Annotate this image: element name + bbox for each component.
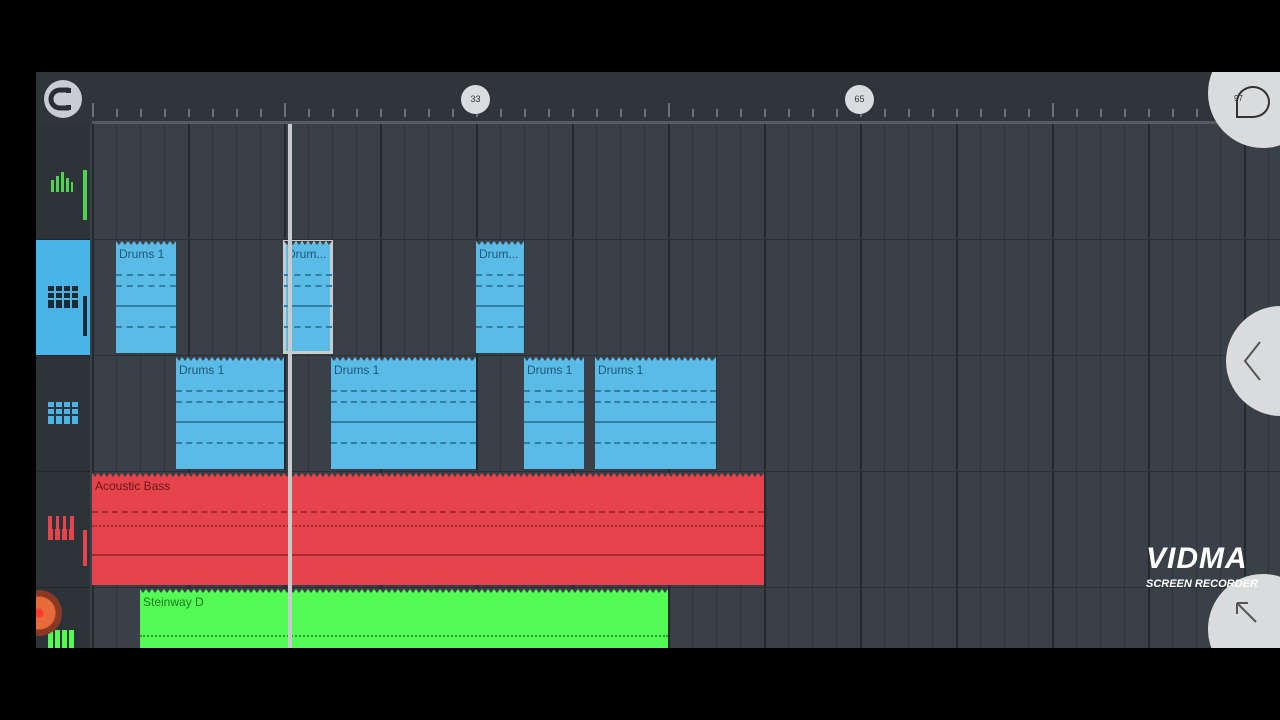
ruler-tick: [524, 109, 526, 117]
clip-label: Drums 1: [334, 363, 380, 377]
ruler-tick: [1196, 109, 1198, 117]
ruler-tick: [452, 109, 454, 117]
clip-label: Steinway D: [143, 595, 204, 609]
ruler-tick: [620, 109, 622, 117]
clip-label: Drums 1: [527, 363, 573, 377]
track-headers: [36, 124, 90, 648]
ruler-tick: [236, 109, 238, 117]
ruler-tick: [572, 109, 574, 117]
ruler-tick: [980, 109, 982, 117]
watermark-brand: VIDMA: [1146, 542, 1248, 575]
ruler-tick: [812, 109, 814, 117]
ruler-tick: [1052, 103, 1054, 117]
clip-drums-row3-3[interactable]: Drums 1: [524, 357, 584, 469]
watermark-subtitle: SCREEN RECORDER: [1146, 578, 1258, 590]
ruler-tick: [284, 103, 286, 117]
arrow-up-left-icon: [1234, 600, 1258, 629]
ruler-tick: [116, 109, 118, 117]
ruler-tick: [956, 109, 958, 117]
track-row-2[interactable]: [92, 240, 1280, 356]
bar-marker-33[interactable]: 33: [461, 85, 490, 114]
ruler-tick: [260, 109, 262, 117]
clip-drums-row3-2[interactable]: Drums 1: [331, 357, 476, 469]
recorder-watermark: VIDMA SCREEN RECORDER: [1146, 536, 1266, 590]
ruler-tick: [212, 109, 214, 117]
clip-label: Acoustic Bass: [95, 479, 171, 493]
ruler-tick: [356, 109, 358, 117]
ruler-tick: [908, 109, 910, 117]
clip-label: Drums 1: [598, 363, 644, 377]
ruler-tick: [548, 109, 550, 117]
track-head-bass[interactable]: [36, 472, 90, 588]
bar-marker-97: 97: [1234, 94, 1243, 103]
track-head-piano[interactable]: [36, 588, 90, 648]
ruler-tick: [164, 109, 166, 117]
ruler-tick: [92, 103, 94, 117]
clip-drums-1[interactable]: Drums 1: [116, 241, 176, 353]
ruler-tick: [380, 109, 382, 117]
ruler-tick: [1124, 109, 1126, 117]
track-row-1[interactable]: [92, 124, 1280, 240]
track-head-drums-1[interactable]: [36, 240, 90, 356]
playlist-window: 33 65 Drums 1 Drum... Drum... Drums 1 Dr…: [36, 72, 1280, 648]
clip-steinway-d[interactable]: Steinway D: [140, 589, 668, 648]
drum-pads-icon: [48, 286, 78, 315]
volume-bar[interactable]: [83, 296, 87, 336]
clip-label: Drums 1: [179, 363, 225, 377]
playhead[interactable]: [288, 124, 292, 648]
ruler-tick: [404, 109, 406, 117]
ruler-tick: [644, 109, 646, 117]
ruler-tick: [740, 109, 742, 117]
ruler-tick: [788, 109, 790, 117]
ruler-tick: [884, 109, 886, 117]
clip-drums-row3-1[interactable]: Drums 1: [176, 357, 284, 469]
ruler-tick: [188, 109, 190, 117]
ruler-tick: [308, 109, 310, 117]
ruler-tick: [692, 109, 694, 117]
ruler-tick: [1004, 109, 1006, 117]
chevron-left-icon: [1242, 340, 1262, 387]
ruler-tick: [500, 109, 502, 117]
timeline-ruler[interactable]: 33 65: [36, 72, 1280, 124]
ruler-tick: [1100, 109, 1102, 117]
piano-icon: [48, 516, 78, 545]
clip-drums-row3-4[interactable]: Drums 1: [595, 357, 716, 469]
ruler-tick: [932, 109, 934, 117]
track-head-drums-2[interactable]: [36, 356, 90, 472]
ruler-tick: [764, 109, 766, 117]
ruler-tick: [1076, 109, 1078, 117]
ruler-tick: [596, 109, 598, 117]
ruler-tick: [836, 109, 838, 117]
clip-drums-3[interactable]: Drum...: [476, 241, 524, 353]
volume-bar[interactable]: [83, 170, 87, 220]
ruler-tick: [668, 103, 670, 117]
playlist-grid[interactable]: Drums 1 Drum... Drum... Drums 1 Drums 1 …: [92, 124, 1280, 648]
drum-pads-icon: [48, 402, 78, 431]
track-head-meter[interactable]: [36, 124, 90, 240]
ruler-tick: [428, 109, 430, 117]
ruler-tick: [1148, 109, 1150, 117]
piano-icon: [48, 630, 78, 648]
ruler-tick: [140, 109, 142, 117]
clip-label: Drums 1: [119, 247, 165, 261]
bar-marker-65[interactable]: 65: [845, 85, 874, 114]
meter-icon: [50, 170, 74, 199]
ruler-tick: [716, 109, 718, 117]
clip-acoustic-bass[interactable]: Acoustic Bass: [92, 473, 764, 585]
ruler-tick: [1172, 109, 1174, 117]
ruler-tick: [332, 109, 334, 117]
clip-label: Drum...: [287, 247, 327, 261]
magnet-icon[interactable]: [44, 80, 82, 118]
ruler-tick: [1028, 109, 1030, 117]
clip-label: Drum...: [479, 247, 519, 261]
volume-bar[interactable]: [83, 530, 87, 566]
